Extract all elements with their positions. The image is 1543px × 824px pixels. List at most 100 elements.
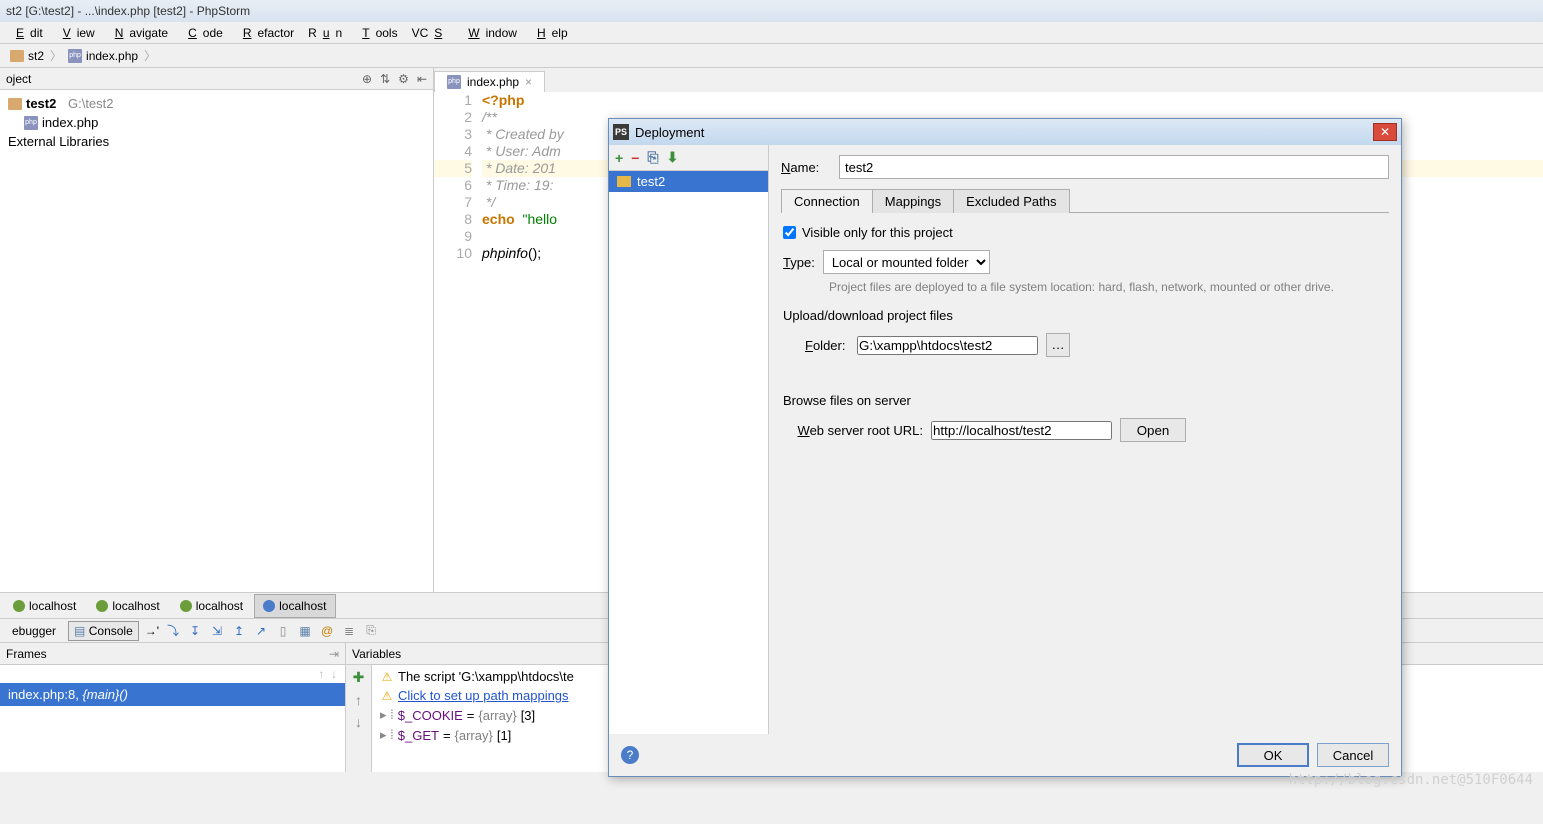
- add-watch-icon[interactable]: ✚: [353, 669, 365, 686]
- cancel-button[interactable]: Cancel: [1317, 743, 1389, 767]
- frames-header: Frames ⇥: [0, 643, 345, 665]
- open-button[interactable]: Open: [1120, 418, 1186, 442]
- menu-view[interactable]: View: [51, 24, 101, 42]
- bug-icon: [180, 600, 192, 612]
- bug-icon: [96, 600, 108, 612]
- at-icon[interactable]: @: [319, 623, 335, 639]
- project-header: oject ⊕ ⇅ ⚙ ⇤: [0, 68, 433, 90]
- debug-tab[interactable]: localhost: [4, 594, 85, 618]
- breadcrumb-item[interactable]: phpindex.php: [62, 47, 144, 65]
- folder-label: Folder:: [805, 338, 849, 353]
- debug-tab[interactable]: localhost: [87, 594, 168, 618]
- breadcrumb-item[interactable]: st2: [4, 47, 50, 65]
- step-over-icon[interactable]: ⤵: [165, 623, 181, 639]
- drop-frame-icon[interactable]: ▯: [275, 623, 291, 639]
- deployment-dialog: PS Deployment ✕ + − ⎘ ⬇ test2 Name:: [608, 118, 1402, 777]
- tree-root[interactable]: test2 G:\test2: [0, 94, 433, 113]
- dialog-title-bar[interactable]: PS Deployment ✕: [609, 119, 1401, 145]
- target-icon[interactable]: ⊕: [362, 72, 372, 86]
- window-title: st2 [G:\test2] - ...\index.php [test2] -…: [6, 4, 250, 18]
- dialog-toolbar: + − ⎘ ⬇: [609, 145, 768, 171]
- tree-external[interactable]: External Libraries: [0, 132, 433, 151]
- ok-button[interactable]: OK: [1237, 743, 1309, 767]
- frame-row[interactable]: index.php:8, {main}(): [0, 683, 345, 706]
- tab-connection[interactable]: Connection: [781, 189, 873, 213]
- evaluate-icon[interactable]: ▦: [297, 623, 313, 639]
- tab-mappings[interactable]: Mappings: [872, 189, 954, 213]
- copy-icon[interactable]: ⎘: [647, 149, 658, 166]
- tree-file[interactable]: phpindex.php: [0, 113, 433, 132]
- debugger-tab[interactable]: ebugger: [6, 621, 62, 641]
- visible-checkbox[interactable]: [783, 226, 796, 239]
- breadcrumb-separator: 〉: [50, 47, 62, 64]
- gear-icon[interactable]: ⚙: [398, 72, 409, 86]
- menu-code[interactable]: Code: [176, 24, 229, 42]
- editor-tab-label: index.php: [467, 75, 519, 89]
- server-icon: [617, 176, 631, 187]
- menu-help[interactable]: Help: [525, 24, 574, 42]
- php-file-icon: php: [447, 75, 461, 89]
- url-input[interactable]: [931, 421, 1112, 440]
- gutter: 12345678910: [434, 92, 482, 592]
- tab-body: Visible only for this project Type: Loca…: [781, 213, 1389, 724]
- visible-label: Visible only for this project: [802, 225, 953, 240]
- path-mappings-link[interactable]: Click to set up path mappings: [398, 688, 569, 703]
- down-icon[interactable]: ↓: [355, 714, 362, 730]
- step-into-icon[interactable]: ↧: [187, 623, 203, 639]
- title-bar: st2 [G:\test2] - ...\index.php [test2] -…: [0, 0, 1543, 22]
- editor-tab[interactable]: php index.php ×: [434, 71, 545, 92]
- menu-window[interactable]: Window: [456, 24, 523, 42]
- type-description: Project files are deployed to a file sys…: [783, 280, 1387, 294]
- debug-tab[interactable]: localhost: [171, 594, 252, 618]
- browse-button[interactable]: …: [1046, 333, 1070, 357]
- download-icon[interactable]: ⬇: [667, 149, 679, 166]
- server-list-item[interactable]: test2: [609, 171, 768, 192]
- output-toggle[interactable]: →': [145, 624, 159, 638]
- type-label: Type:: [783, 255, 815, 270]
- editor-tabs: php index.php ×: [434, 68, 1543, 92]
- console-tab[interactable]: ▤ Console: [68, 621, 139, 641]
- phpstorm-icon: PS: [613, 124, 629, 140]
- prev-frame-icon[interactable]: ↑: [318, 667, 324, 681]
- menu-navigate[interactable]: Navigate: [103, 24, 174, 42]
- close-icon[interactable]: ×: [525, 75, 532, 89]
- breadcrumb: st2 〉 phpindex.php 〉: [0, 44, 1543, 68]
- pin-icon[interactable]: ⇥: [329, 647, 339, 661]
- frames-panel: Frames ⇥ ↑ ↓ index.php:8, {main}(): [0, 643, 346, 772]
- settings-icon[interactable]: ≣: [341, 623, 357, 639]
- project-tree: test2 G:\test2 phpindex.php External Lib…: [0, 90, 433, 592]
- warning-icon: [380, 689, 394, 703]
- tab-excluded[interactable]: Excluded Paths: [953, 189, 1069, 213]
- sort-icon[interactable]: ⇅: [380, 72, 390, 86]
- run-to-cursor-icon[interactable]: ↗: [253, 623, 269, 639]
- up-icon[interactable]: ↑: [355, 692, 362, 708]
- add-icon[interactable]: +: [615, 150, 623, 166]
- pin-icon[interactable]: ⎘: [363, 623, 379, 639]
- menu-vcs[interactable]: VCS: [406, 24, 455, 42]
- remove-icon[interactable]: −: [631, 150, 639, 166]
- folder-input[interactable]: [857, 336, 1038, 355]
- dialog-tabs: Connection Mappings Excluded Paths: [781, 189, 1389, 213]
- dialog-left-panel: + − ⎘ ⬇ test2: [609, 145, 769, 734]
- collapse-icon[interactable]: ⇤: [417, 72, 427, 86]
- bug-icon: [263, 600, 275, 612]
- name-label: Name:: [781, 160, 831, 175]
- dialog-right-panel: Name: Connection Mappings Excluded Paths…: [769, 145, 1401, 734]
- menu-refactor[interactable]: Refactor: [231, 24, 300, 42]
- step-out-icon[interactable]: ↥: [231, 623, 247, 639]
- variables-header-label: Variables: [352, 647, 401, 661]
- project-panel: oject ⊕ ⇅ ⚙ ⇤ test2 G:\test2 phpindex.ph…: [0, 68, 434, 592]
- php-file-icon: php: [68, 49, 82, 63]
- menu-tools[interactable]: Tools: [350, 24, 403, 42]
- next-frame-icon[interactable]: ↓: [331, 667, 337, 681]
- name-input[interactable]: [839, 155, 1389, 179]
- close-button[interactable]: ✕: [1373, 123, 1397, 141]
- menu-edit[interactable]: Edit: [4, 24, 49, 42]
- force-step-into-icon[interactable]: ⇲: [209, 623, 225, 639]
- menu-run[interactable]: Run: [302, 24, 348, 42]
- type-select[interactable]: Local or mounted folder: [823, 250, 990, 274]
- help-icon[interactable]: ?: [621, 746, 639, 764]
- folder-icon: [8, 98, 22, 110]
- debug-tab-active[interactable]: localhost: [254, 594, 335, 618]
- menu-bar: Edit View Navigate Code Refactor Run Too…: [0, 22, 1543, 44]
